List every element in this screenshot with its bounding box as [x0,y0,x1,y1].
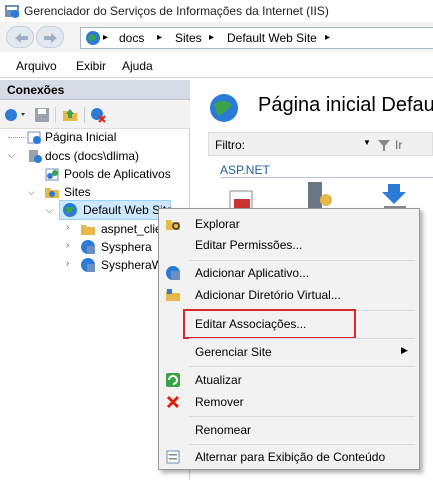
expand-chevron-icon[interactable]: ⌵ [28,187,35,198]
crumb-sep-icon: ▸ [209,32,215,43]
menu-item-gerenciar-site[interactable]: Gerenciar Site [195,345,272,359]
tree-item-pools[interactable]: Pools de Aplicativos [64,167,171,181]
expand-chevron-icon[interactable]: ⌵ [46,205,53,216]
menu-item-renomear[interactable]: Renomear [195,423,251,437]
toolbar-divider [84,107,85,123]
tree-item-syspher-a[interactable]: Syspher‌a [101,240,152,254]
tree-item-pagina-inicial[interactable]: Página Inicial [45,130,116,144]
menu-item-atualizar[interactable]: Atualizar [195,373,242,387]
filter-label: Filtro: [215,138,245,152]
connections-toolbar [0,101,190,129]
page-title: Página inicial Default [258,94,433,116]
add-application-icon [166,266,180,280]
crumb-sep-icon: ▸ [157,32,163,43]
menu-item-explorar[interactable]: Explorar [195,217,240,231]
content-view-icon [166,450,180,464]
crumb-sites[interactable]: Sites [175,31,202,45]
menu-item-adicionar-diretorio-virtual[interactable]: Adicionar Diretório Virtual... [195,288,341,302]
group-header: ASP.NET [220,163,270,177]
menu-separator [189,366,415,367]
website-globe-icon [63,203,77,217]
arrow-right-icon [44,33,57,43]
menu-separator [189,260,415,261]
menu-exibir[interactable]: Exibir [76,59,106,73]
submenu-arrow-icon: ▶ [401,345,408,355]
filter-dropdown-icon[interactable]: ▼ [363,138,371,147]
add-virtual-directory-icon [166,289,180,301]
go-label[interactable]: Ir [395,138,402,152]
tree-item-sysphera-w[interactable]: SyspheraW [101,258,163,272]
tree-item-sites[interactable]: Sites [64,185,91,199]
up-folder-icon[interactable] [62,107,78,123]
back-button[interactable] [6,26,34,48]
refresh-icon [166,373,180,387]
menu-ajuda[interactable]: Ajuda [122,59,153,73]
crumb-sep-icon: ▸ [103,32,109,43]
funnel-icon[interactable] [377,138,391,152]
title-bar: Gerenciador do Serviços de Informações d… [0,0,433,22]
toolbar-divider [55,107,56,123]
menu-item-editar-permissoes[interactable]: Editar Permissões... [195,238,302,252]
menu-arquivo[interactable]: Arquivo [16,59,57,73]
application-icon [81,240,95,254]
delete-connection-icon[interactable] [90,107,106,123]
menu-separator [189,416,415,417]
connect-icon[interactable] [4,107,28,123]
save-icon[interactable] [34,107,50,123]
remove-x-icon [166,395,180,409]
server-icon [29,150,42,163]
globe-icon [86,31,100,45]
address-bar: ▸ docs ▸ Sites ▸ Default Web Site ▸ [0,22,433,52]
menu-item-remover[interactable]: Remover [195,395,244,409]
sites-folder-icon [45,188,59,198]
window-title: Gerenciador do Serviços de Informações d… [24,4,329,18]
expand-chevron-icon[interactable]: › [66,222,69,233]
application-icon [81,258,95,272]
forward-button[interactable] [36,26,64,48]
crumb-default-web-site[interactable]: Default Web Site [227,31,317,45]
tree-item-aspnet-client[interactable]: aspnet_clie [101,222,162,236]
folder-icon [81,225,95,235]
menu-item-alternar-conteudo[interactable]: Alternar para Exibição de Conteúdo [195,450,385,464]
menu-separator [189,444,415,445]
menu-bar: Arquivo Exibir Ajuda [0,53,433,78]
expand-chevron-icon[interactable]: › [66,240,69,251]
explore-icon [166,220,180,230]
arrow-left-icon [15,33,28,43]
filter-bar: Filtro: ▼ Ir [208,132,433,156]
home-page-icon [27,131,41,144]
tree-line [8,137,26,138]
crumb-docs[interactable]: docs [119,31,144,45]
connections-title: Conexões [7,83,65,97]
menu-gutter [159,209,187,469]
highlight-box [183,309,356,339]
crumb-sep-icon: ▸ [325,32,331,43]
app-pools-icon [45,168,59,181]
expand-chevron-icon[interactable]: ⌵ [8,150,15,161]
menu-separator [189,338,415,339]
iis-app-icon [5,5,19,18]
menu-item-adicionar-aplicativo[interactable]: Adicionar Aplicativo... [195,266,309,280]
context-menu: Explorar Editar Permissões... Adicionar … [158,208,420,470]
group-divider [220,177,433,178]
connections-header: Conexões [0,80,190,100]
expand-chevron-icon[interactable]: › [66,258,69,269]
address-box[interactable]: ▸ docs ▸ Sites ▸ Default Web Site ▸ [80,27,433,49]
globe-large-icon [210,94,238,122]
tree-item-docs[interactable]: docs (docs\dlima) [45,149,139,163]
